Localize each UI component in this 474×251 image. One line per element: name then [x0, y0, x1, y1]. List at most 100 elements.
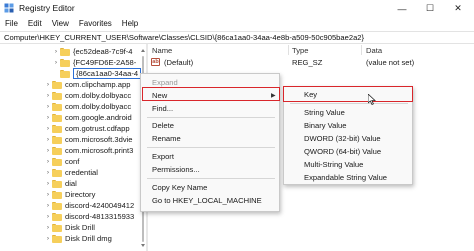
- new-highlight-box: [142, 87, 280, 101]
- chevron-right-icon[interactable]: ›: [44, 191, 52, 198]
- folder-icon: [60, 47, 70, 56]
- menu-item-delete[interactable]: Delete: [152, 119, 174, 132]
- tree-item-label: Disk Drill dmg: [65, 234, 112, 243]
- chevron-right-icon[interactable]: ›: [44, 136, 52, 143]
- close-button[interactable]: ✕: [444, 0, 472, 17]
- tree-item[interactable]: › com.dolby.dolbyacc: [44, 101, 131, 112]
- folder-icon: [52, 80, 62, 89]
- menu-item-goto-hklm[interactable]: Go to HKEY_LOCAL_MACHINE: [152, 194, 262, 207]
- scroll-up-arrow-icon: [141, 49, 145, 52]
- tree-item-label: {FC49FD6E-2A58-: [73, 58, 137, 67]
- menu-separator: [290, 103, 408, 104]
- column-header-data[interactable]: Data: [366, 46, 382, 55]
- tree-item[interactable]: › com.clipchamp.app: [44, 79, 131, 90]
- menu-file[interactable]: File: [5, 17, 18, 31]
- chevron-right-icon[interactable]: ›: [44, 169, 52, 176]
- menu-bar: File Edit View Favorites Help: [0, 17, 474, 31]
- registry-editor-icon: [4, 3, 14, 13]
- tree-item[interactable]: › Disk Drill dmg: [44, 233, 112, 244]
- address-bar[interactable]: Computer\HKEY_CURRENT_USER\Software\Clas…: [0, 31, 474, 44]
- close-icon: ✕: [454, 3, 462, 13]
- menu-item-rename[interactable]: Rename: [152, 132, 181, 145]
- tree-item[interactable]: › conf: [44, 156, 79, 167]
- submenu-item-expandable-string-value[interactable]: Expandable String Value: [304, 171, 387, 184]
- chevron-right-icon[interactable]: ›: [44, 92, 52, 99]
- tree-item-label: discord-4813315933: [65, 212, 135, 221]
- tree-item-selected[interactable]: {86ca1aa0-34aa-4: [52, 68, 142, 79]
- minimize-icon: —: [397, 3, 407, 14]
- tree-item-label: {ec52dea8-7c9f-4: [73, 47, 133, 56]
- tree-item-label: com.microsoft.3dvie: [65, 135, 133, 144]
- tree-pane: › {ec52dea8-7c9f-4 › {FC49FD6E-2A58- {86…: [0, 44, 146, 251]
- tree-item[interactable]: › dial: [44, 178, 77, 189]
- menu-item-copy-key-name[interactable]: Copy Key Name: [152, 181, 207, 194]
- tree-item-label: Disk Drill: [65, 223, 95, 232]
- submenu-item-binary-value[interactable]: Binary Value: [304, 119, 347, 132]
- tree-item-label: com.gotrust.cdfapp: [65, 124, 130, 133]
- submenu-item-string-value[interactable]: String Value: [304, 106, 345, 119]
- tree-item-label: com.microsoft.print3: [65, 146, 134, 155]
- menu-view[interactable]: View: [52, 17, 69, 31]
- maximize-button[interactable]: ☐: [416, 0, 444, 17]
- tree-item[interactable]: › {ec52dea8-7c9f-4: [52, 46, 133, 57]
- menu-item-find[interactable]: Find...: [152, 102, 173, 115]
- chevron-right-icon[interactable]: ›: [44, 114, 52, 121]
- list-row-default[interactable]: ab (Default) REG_SZ (value not set): [148, 57, 474, 68]
- column-header-type[interactable]: Type: [292, 46, 308, 55]
- tree-item[interactable]: › {FC49FD6E-2A58-: [52, 57, 136, 68]
- chevron-right-icon[interactable]: ›: [52, 59, 60, 66]
- tree-item[interactable]: › credential: [44, 167, 98, 178]
- scroll-down-arrow-icon: [141, 244, 145, 247]
- folder-icon: [52, 223, 62, 232]
- folder-icon: [60, 69, 70, 78]
- tree-item-label: {86ca1aa0-34aa-4: [73, 68, 142, 79]
- tree-item[interactable]: › Disk Drill: [44, 222, 95, 233]
- folder-icon: [52, 113, 62, 122]
- tree-item[interactable]: › Directory: [44, 189, 95, 200]
- submenu-item-dword-value[interactable]: DWORD (32-bit) Value: [304, 132, 381, 145]
- menu-help[interactable]: Help: [122, 17, 138, 31]
- chevron-right-icon[interactable]: ›: [44, 213, 52, 220]
- menu-separator: [147, 117, 275, 118]
- tree-item-label: com.dolby.dolbyacc: [65, 102, 132, 111]
- folder-icon: [52, 190, 62, 199]
- chevron-right-icon[interactable]: ›: [44, 202, 52, 209]
- value-type: REG_SZ: [292, 58, 323, 67]
- chevron-right-icon[interactable]: ›: [44, 81, 52, 88]
- tree-item-label: com.google.android: [65, 113, 132, 122]
- window-title: Registry Editor: [19, 3, 75, 13]
- chevron-right-icon[interactable]: ›: [44, 180, 52, 187]
- menu-item-export[interactable]: Export: [152, 150, 174, 163]
- submenu-item-multi-string-value[interactable]: Multi-String Value: [304, 158, 363, 171]
- chevron-right-icon[interactable]: ›: [44, 158, 52, 165]
- tree-item[interactable]: › com.google.android: [44, 112, 132, 123]
- folder-icon: [52, 124, 62, 133]
- menu-edit[interactable]: Edit: [28, 17, 42, 31]
- minimize-button[interactable]: —: [388, 0, 416, 17]
- chevron-right-icon[interactable]: ›: [44, 125, 52, 132]
- tree-item[interactable]: › com.microsoft.print3: [44, 145, 133, 156]
- column-divider[interactable]: [288, 45, 289, 55]
- tree-item-label: discord-4240049412: [65, 201, 135, 210]
- tree-item[interactable]: › com.microsoft.3dvie: [44, 134, 133, 145]
- tree-item-label: dial: [65, 179, 77, 188]
- tree-item[interactable]: › com.dolby.dolbyacc: [44, 90, 131, 101]
- tree-item[interactable]: › com.gotrust.cdfapp: [44, 123, 130, 134]
- chevron-right-icon[interactable]: ›: [44, 103, 52, 110]
- menu-favorites[interactable]: Favorites: [79, 17, 112, 31]
- chevron-right-icon[interactable]: ›: [44, 224, 52, 231]
- chevron-right-icon[interactable]: ›: [44, 235, 52, 242]
- list-header: Name Type Data: [148, 44, 474, 56]
- column-header-name[interactable]: Name: [152, 46, 172, 55]
- chevron-right-icon[interactable]: ›: [44, 147, 52, 154]
- submenu-item-qword-value[interactable]: QWORD (64-bit) Value: [304, 145, 381, 158]
- tree-item[interactable]: › discord-4240049412: [44, 200, 134, 211]
- menu-item-permissions[interactable]: Permissions...: [152, 163, 200, 176]
- chevron-right-icon[interactable]: ›: [52, 48, 60, 55]
- column-divider[interactable]: [361, 45, 362, 55]
- value-name: (Default): [164, 58, 194, 67]
- string-value-icon: ab: [151, 58, 160, 66]
- tree-item[interactable]: › discord-4813315933: [44, 211, 134, 222]
- folder-icon: [52, 234, 62, 243]
- folder-icon: [52, 146, 62, 155]
